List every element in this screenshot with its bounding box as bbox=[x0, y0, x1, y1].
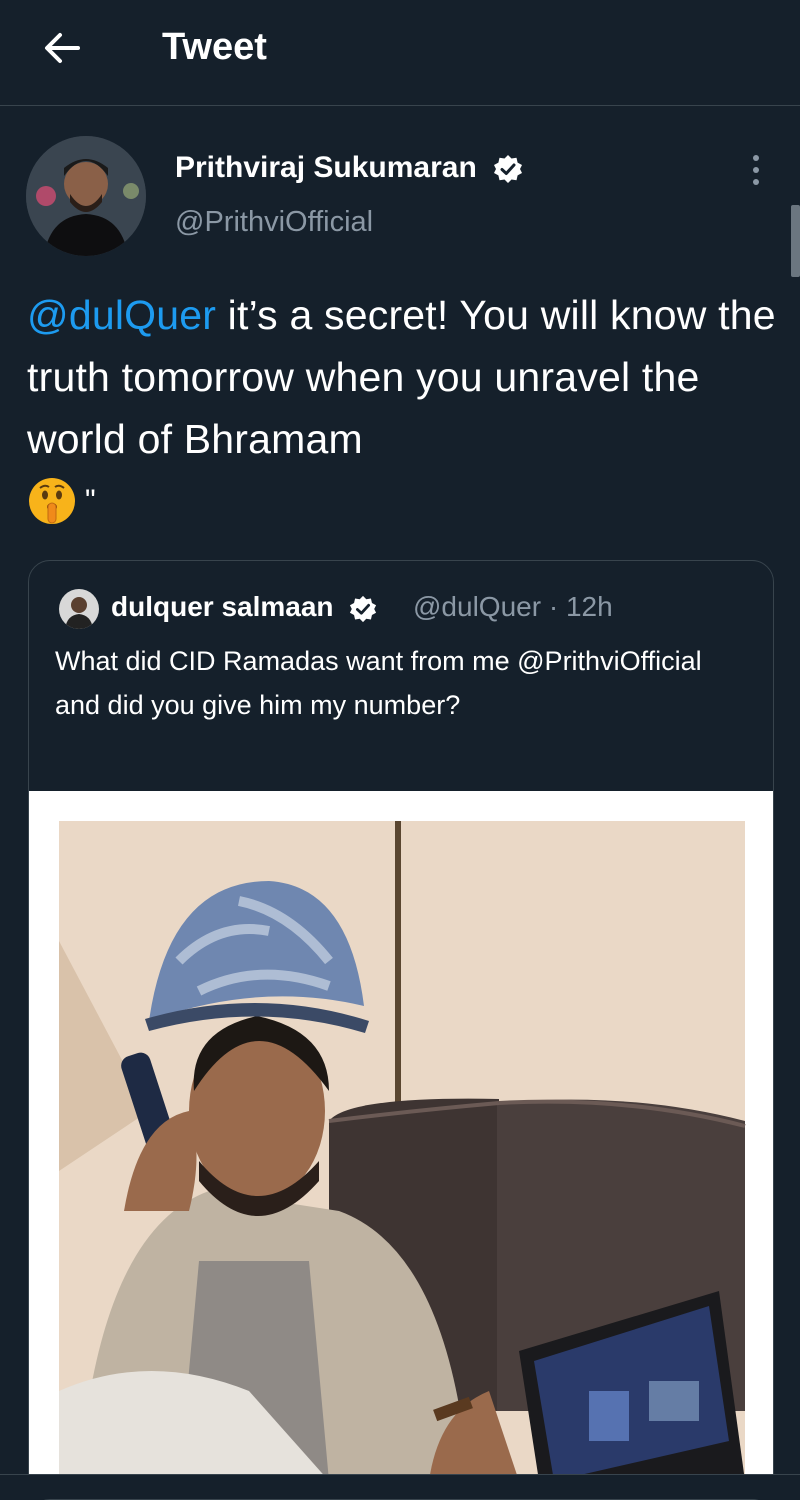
shushing-face-emoji bbox=[29, 478, 75, 524]
more-vertical-icon bbox=[753, 155, 759, 185]
top-bar: Tweet bbox=[0, 0, 800, 106]
quoted-text: What did CID Ramadas want from me @Prith… bbox=[55, 646, 702, 720]
bottom-divider bbox=[0, 1474, 800, 1499]
arrow-left-icon bbox=[45, 33, 80, 63]
author-avatar[interactable] bbox=[26, 136, 146, 256]
quoted-avatar-photo bbox=[59, 589, 99, 629]
media-photo bbox=[29, 791, 773, 1499]
tweet-text: @dulQuer it’s a secret! You will know th… bbox=[27, 284, 787, 533]
verified-badge-icon bbox=[494, 155, 523, 184]
more-options-button[interactable] bbox=[738, 150, 774, 190]
author-handle[interactable]: @PrithviOfficial bbox=[175, 204, 373, 240]
back-button[interactable] bbox=[38, 24, 86, 72]
quoted-meta: @dulQuer · 12h bbox=[413, 589, 613, 625]
mention-link[interactable]: @dulQuer bbox=[27, 292, 216, 338]
quoted-media-image[interactable] bbox=[29, 791, 773, 1499]
verified-badge-icon bbox=[350, 595, 377, 622]
author-name-text: Prithviraj Sukumaran bbox=[175, 151, 477, 184]
quoted-avatar bbox=[59, 589, 99, 629]
quoted-handle: @dulQuer bbox=[413, 591, 542, 622]
quoted-tweet[interactable]: dulquer salmaan @dulQuer · 12h What did … bbox=[28, 560, 774, 1500]
avatar-photo bbox=[26, 136, 146, 256]
quoted-name-text: dulquer salmaan bbox=[111, 591, 334, 622]
meta-separator: · bbox=[548, 591, 559, 622]
quote-marks: " bbox=[85, 484, 96, 517]
page-title: Tweet bbox=[162, 26, 267, 68]
quoted-time: 12h bbox=[565, 591, 613, 622]
author-name[interactable]: Prithviraj Sukumaran bbox=[175, 150, 523, 186]
scrollbar-thumb[interactable] bbox=[791, 205, 800, 277]
quoted-author-name: dulquer salmaan bbox=[111, 589, 377, 625]
